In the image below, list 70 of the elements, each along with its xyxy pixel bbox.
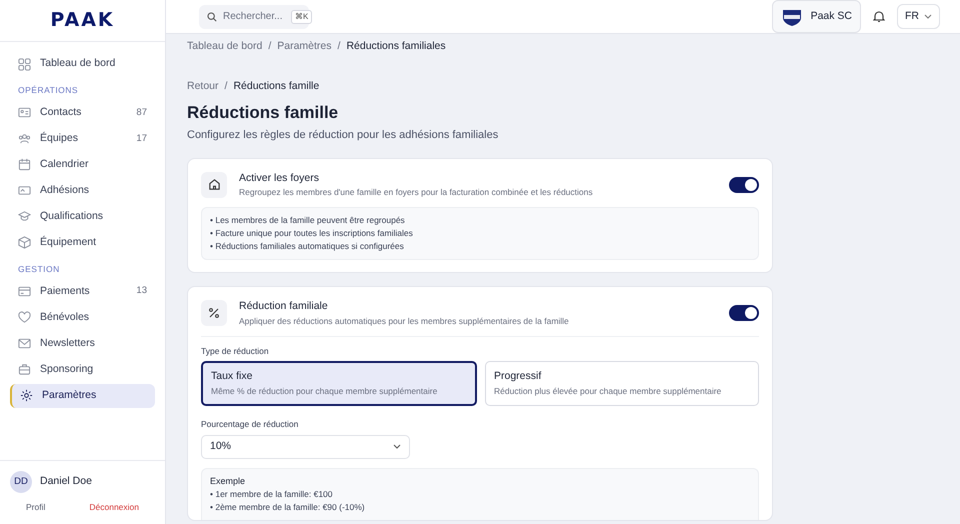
sidebar-item[interactable]: Paramètres [10,384,155,408]
chevron-down-icon [924,14,932,19]
sidebar-item[interactable]: Qualifications [10,204,155,229]
example-line: • 1er membre de la famille: €100 [210,488,334,500]
sidebar-item[interactable]: Équipes 17 [10,126,155,151]
contact-card-icon [18,106,31,120]
profile-link[interactable]: Profil [26,501,46,514]
sidebar-item[interactable]: Newsletters [10,332,155,356]
breadcrumb-link[interactable]: Retour [187,78,219,94]
house-icon [201,172,227,198]
user-avatar: DD [10,471,32,494]
breadcrumb-separator: / [224,78,228,94]
grid-icon [18,58,31,70]
nav-section-label: OPÉRATIONS [18,84,80,97]
sidebar-item[interactable]: Sponsoring [10,358,155,382]
toggle-switch[interactable] [729,305,759,322]
item-count: 13 [136,284,147,298]
envelope-icon [18,337,31,350]
sidebar-item[interactable]: Adhésions [10,178,155,203]
breadcrumb-separator: / [338,39,340,54]
breadcrumb-current: Réductions famille [233,78,320,94]
toggle-switch[interactable] [729,176,759,193]
bullet-item: • Les membres de la famille peuvent être regroupés [210,214,406,227]
sidebar-item[interactable]: Contacts 87 [10,100,155,125]
section-title: Activer les foyers [239,170,320,186]
example-title: Exemple [210,474,246,488]
bullet-item: • Réductions familiales automatiques si configurées [210,240,405,253]
notification-bell-icon[interactable] [873,10,885,23]
option-card[interactable]: Progressif Réduction plus élevée pour chaque membre supplémentaire [485,361,759,406]
page-title: Réductions famille [187,102,340,124]
logo: PAAK [50,8,115,34]
section-title: Réduction familiale [239,299,329,314]
breadcrumb-link[interactable]: Tableau de bord [187,39,262,55]
item-count: 17 [136,132,147,146]
search-field[interactable]: Rechercher... [223,9,285,24]
option-card[interactable]: Taux fixe Même % de réduction pour chaque membre supplémentaire [201,361,477,406]
percentage-select[interactable]: 10% [201,434,410,458]
calendar-icon [18,158,31,172]
field-label: Type de réduction [201,344,270,358]
section-description: Regroupez les membres d'une famille en foyers pour la facturation combinée et les réductions [239,186,593,199]
breadcrumb-separator: / [268,39,272,54]
bullet-item: • Facture unique pour toutes les inscriptions familiales [210,227,414,240]
sidebar-item[interactable]: Paiements 13 [10,280,155,304]
club-switcher[interactable]: Paak SC [772,0,861,33]
people-icon [18,132,31,146]
briefcase-icon [18,363,31,376]
box-icon [18,236,31,250]
shortcut-hint: ⌘K [291,10,312,24]
heart-icon [18,311,31,324]
field-label: Pourcentage de réduction [201,418,300,430]
sidebar-item[interactable]: Équipement [10,230,155,255]
sidebar-item[interactable]: Bénévoles [10,306,155,330]
page-subtitle: Configurez les règles de réduction pour les adhésions familiales [187,128,500,143]
credit-card-icon [18,285,31,298]
example-line: • 2ème membre de la famille: €90 (-10%) [210,500,366,514]
logout-link[interactable]: Déconnexion [89,501,139,514]
breadcrumb-link[interactable]: Paramètres [277,39,332,55]
search-box[interactable]: Rechercher... ⌘K [199,4,309,28]
sidebar-item[interactable]: Tableau de bord [10,52,155,76]
breadcrumb-current: Réductions familiales [346,39,446,54]
nav-section-label: GESTION [18,262,61,276]
search-icon [207,12,217,22]
percent-icon [201,300,227,326]
item-count: 87 [136,106,147,120]
language-select[interactable]: FR [897,4,940,29]
user-name: Daniel Doe [40,474,92,490]
graduation-cap-icon [18,210,31,224]
section-description: Appliquer des réductions automatiques pour les membres supplémentaires de la famille [239,314,569,328]
sidebar-item[interactable]: Calendrier [10,152,155,177]
chevron-down-icon [393,444,401,449]
